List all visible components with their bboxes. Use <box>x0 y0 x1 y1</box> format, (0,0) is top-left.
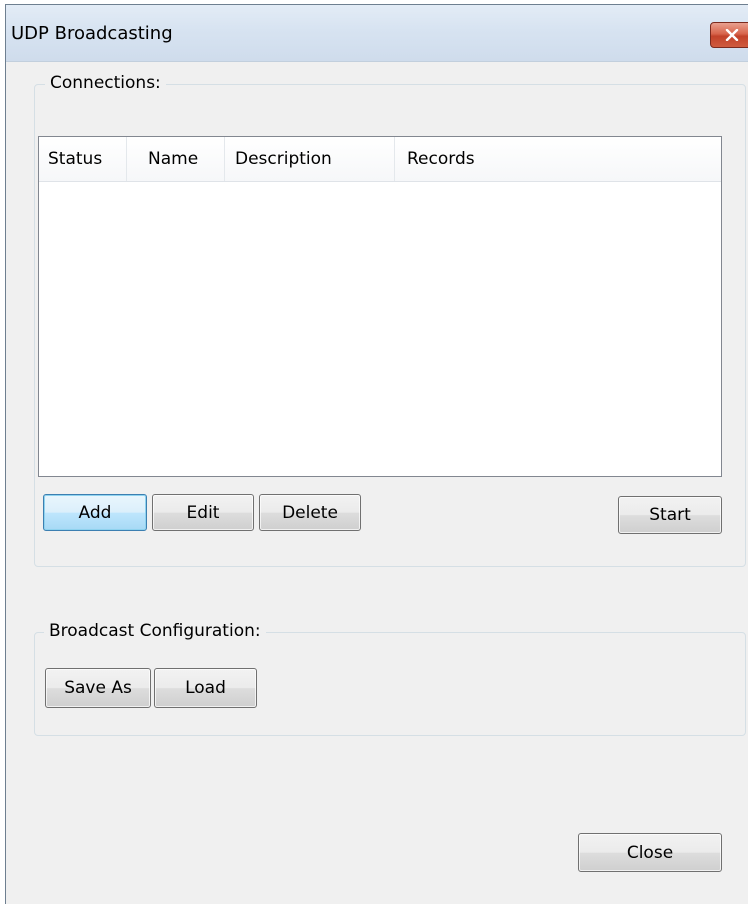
close-icon <box>725 29 739 41</box>
delete-button[interactable]: Delete <box>259 494 361 531</box>
column-header-name[interactable]: Name <box>127 137 225 181</box>
edit-button[interactable]: Edit <box>152 494 254 531</box>
broadcast-configuration-legend: Broadcast Configuration: <box>44 621 266 641</box>
title-bar[interactable]: UDP Broadcasting <box>6 5 748 62</box>
save-as-button[interactable]: Save As <box>45 668 151 708</box>
column-header-description[interactable]: Description <box>225 137 395 181</box>
start-button[interactable]: Start <box>618 496 722 534</box>
load-button[interactable]: Load <box>154 668 257 708</box>
close-button[interactable]: Close <box>578 833 722 872</box>
connections-legend: Connections: <box>45 73 166 93</box>
column-header-records[interactable]: Records <box>395 137 721 181</box>
add-button[interactable]: Add <box>43 494 147 531</box>
connections-list[interactable]: Status Name Description Records <box>38 136 722 477</box>
connections-list-body[interactable] <box>39 182 721 476</box>
window-close-button[interactable] <box>710 22 748 48</box>
connections-list-header: Status Name Description Records <box>39 137 721 182</box>
window-title: UDP Broadcasting <box>11 23 173 44</box>
column-header-status[interactable]: Status <box>39 137 127 181</box>
